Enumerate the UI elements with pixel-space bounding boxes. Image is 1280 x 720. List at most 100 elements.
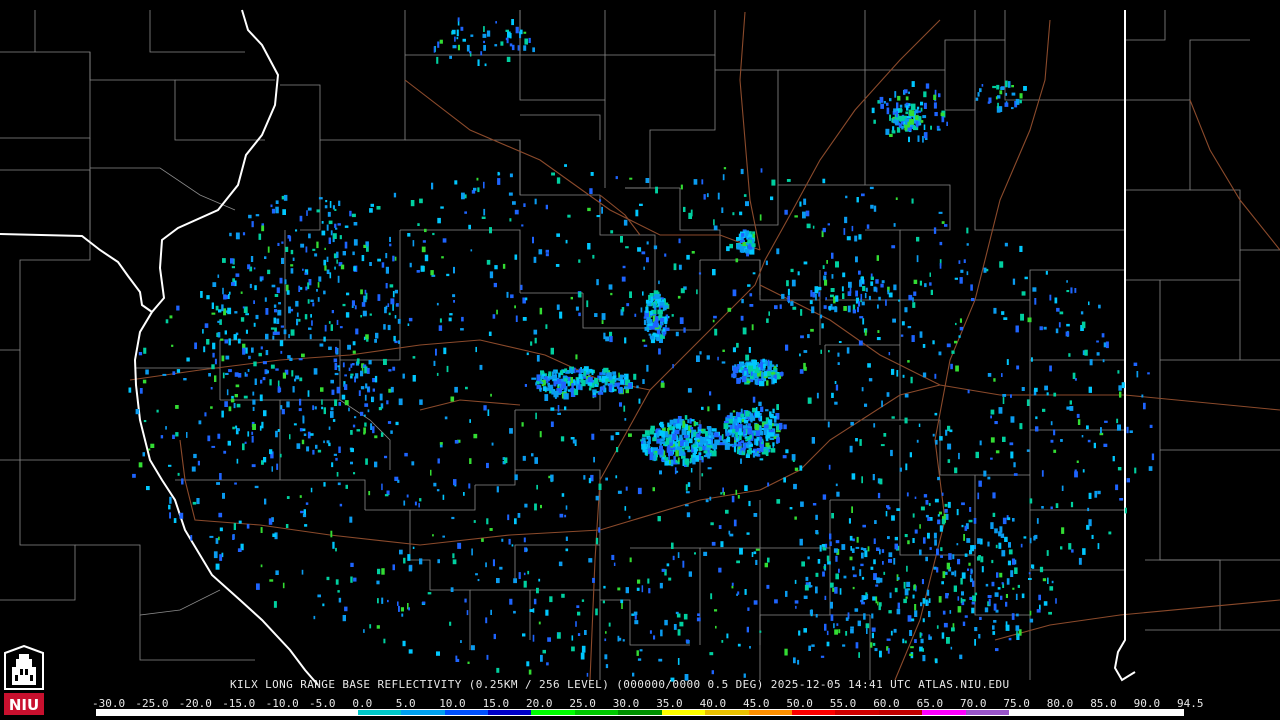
- echo-pixel: [500, 41, 504, 46]
- echo-pixel: [868, 295, 871, 301]
- echo-pixel: [624, 337, 627, 344]
- echo-pixel: [308, 233, 311, 239]
- echo-pixel: [824, 279, 828, 286]
- echo-pixel: [900, 122, 904, 125]
- echo-pixel: [1050, 421, 1053, 426]
- echo-pixel: [509, 598, 513, 605]
- echo-pixel: [318, 197, 323, 200]
- echo-pixel: [385, 253, 388, 259]
- echo-pixel: [236, 458, 239, 464]
- echo-pixel: [717, 192, 720, 200]
- echo-pixel: [251, 464, 256, 468]
- echo-pixel: [571, 383, 574, 390]
- echo-pixel: [267, 269, 271, 275]
- echo-pixel: [827, 223, 830, 226]
- echo-pixel: [227, 440, 231, 446]
- echo-pixel: [744, 362, 747, 366]
- echo-pixel: [578, 374, 583, 380]
- echo-pixel: [363, 244, 366, 248]
- echo-pixel: [344, 241, 348, 249]
- echo-pixel: [457, 542, 462, 549]
- echo-pixel: [810, 290, 813, 297]
- echo-pixel: [244, 441, 247, 444]
- echo-pixel: [261, 225, 265, 232]
- echo-pixel: [803, 350, 808, 353]
- echo-pixel: [922, 115, 927, 119]
- echo-pixel: [701, 473, 704, 477]
- echo-pixel: [1098, 304, 1101, 309]
- echo-pixel: [713, 432, 719, 438]
- echo-pixel: [998, 542, 1002, 549]
- echo-pixel: [994, 421, 998, 425]
- echo-pixel: [935, 439, 938, 445]
- echo-pixel: [486, 518, 489, 525]
- echo-pixel: [1012, 518, 1015, 522]
- echo-pixel: [1066, 290, 1070, 293]
- echo-pixel: [1071, 549, 1074, 553]
- echo-pixel: [266, 370, 269, 374]
- echo-pixel: [280, 325, 284, 328]
- echo-pixel: [906, 492, 909, 497]
- echo-pixel: [222, 492, 225, 499]
- echo-pixel: [272, 533, 277, 537]
- echo-pixel: [390, 386, 394, 393]
- echo-pixel: [655, 186, 658, 194]
- echo-pixel: [664, 457, 669, 461]
- echo-pixel: [922, 136, 924, 143]
- echo-pixel: [264, 498, 267, 505]
- echo-pixel: [473, 433, 478, 439]
- echo-pixel: [649, 293, 654, 297]
- echo-pixel: [807, 397, 812, 404]
- echo-pixel: [732, 212, 735, 216]
- echo-pixel: [556, 233, 560, 237]
- echo-pixel: [215, 538, 219, 544]
- echo-pixel: [209, 535, 214, 538]
- echo-pixel: [560, 436, 565, 442]
- echo-pixel: [536, 587, 539, 594]
- echo-pixel: [938, 511, 942, 515]
- echo-pixel: [996, 572, 999, 578]
- echo-pixel: [680, 288, 685, 294]
- echo-pixel: [879, 549, 881, 555]
- echo-pixel: [977, 556, 981, 561]
- echo-pixel: [759, 630, 762, 633]
- echo-pixel: [536, 484, 538, 490]
- echo-pixel: [436, 372, 439, 376]
- echo-pixel: [255, 214, 260, 217]
- echo-pixel: [223, 450, 227, 454]
- echo-pixel: [1001, 550, 1006, 557]
- echo-pixel: [1015, 593, 1018, 600]
- echo-pixel: [1043, 326, 1047, 330]
- reflectivity-scale-labels: -30.0 -25.0 -20.0 -15.0 -10.0 -5.0 0.0 5.0 10.0 1…: [92, 697, 1204, 710]
- echo-pixel: [605, 631, 607, 634]
- echo-pixel: [993, 378, 996, 382]
- echo-pixel: [369, 208, 373, 213]
- echo-pixel: [369, 313, 372, 316]
- echo-pixel: [851, 506, 853, 513]
- echo-pixel: [749, 646, 751, 649]
- echo-pixel: [850, 546, 852, 551]
- echo-pixel: [1055, 598, 1057, 604]
- echo-pixel: [703, 194, 706, 200]
- echo-pixel: [490, 393, 492, 397]
- echo-pixel: [621, 276, 626, 282]
- echo-pixel: [1074, 469, 1077, 474]
- echo-pixel: [959, 654, 963, 660]
- echo-pixel: [794, 215, 798, 218]
- echo-pixel: [971, 298, 975, 302]
- echo-pixel: [875, 596, 878, 604]
- echo-pixel: [977, 92, 980, 97]
- echo-pixel: [784, 648, 788, 656]
- echo-pixel: [351, 300, 355, 306]
- echo-pixel: [1011, 613, 1015, 620]
- echo-pixel: [1147, 372, 1150, 375]
- echo-pixel: [430, 469, 432, 476]
- echo-pixel: [745, 249, 750, 254]
- echo-pixel: [457, 17, 460, 22]
- echo-pixel: [1001, 373, 1003, 377]
- echo-pixel: [525, 297, 528, 301]
- echo-pixel: [707, 406, 710, 412]
- echo-pixel: [865, 623, 870, 629]
- echo-pixel: [380, 432, 384, 437]
- echo-pixel: [522, 633, 526, 637]
